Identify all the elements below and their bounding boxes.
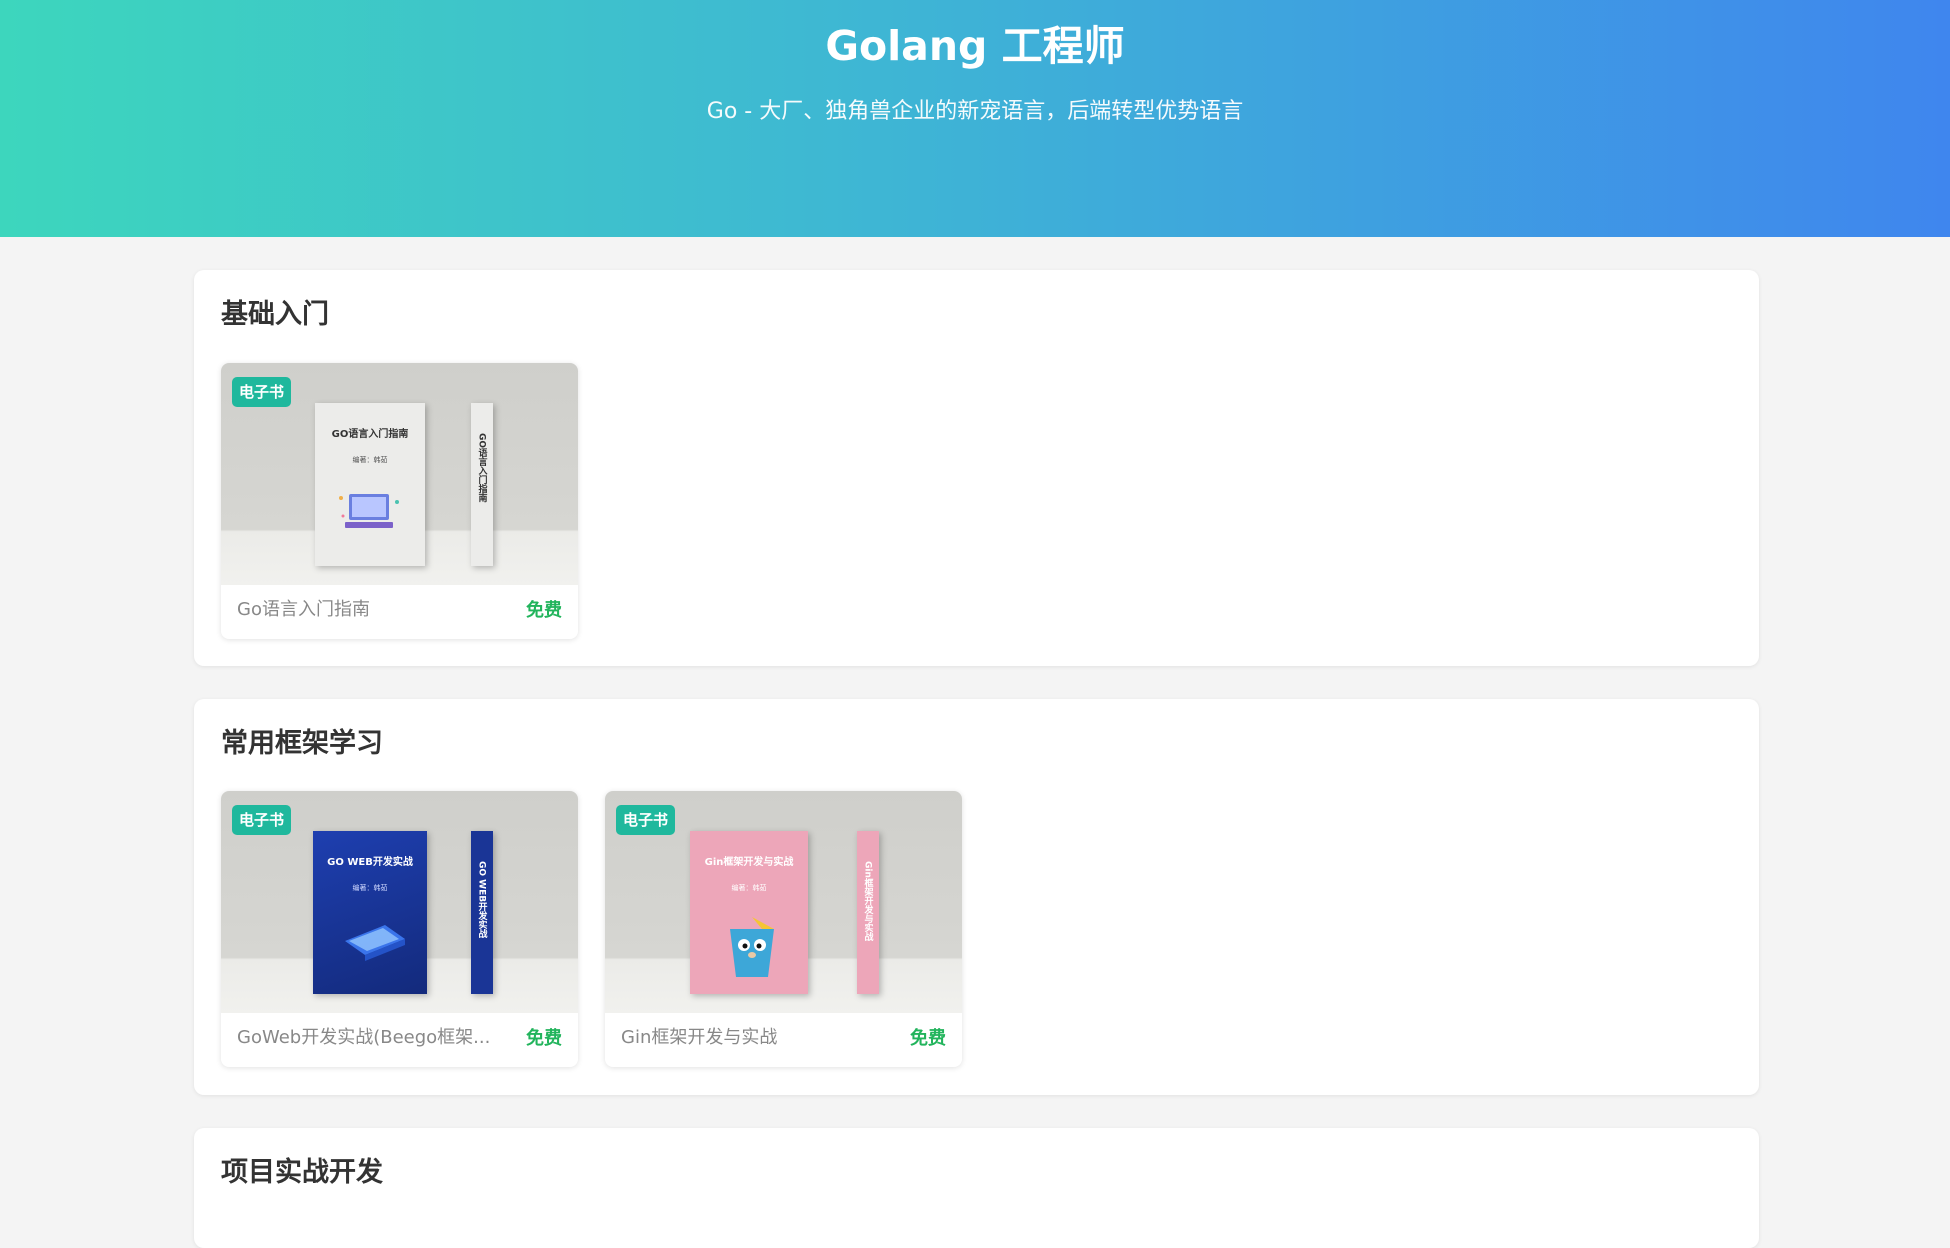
page-header: Golang 工程师 Go - 大厂、独角兽企业的新宠语言，后端转型优势语言 (0, 0, 1950, 237)
section-projects: 项目实战开发 (194, 1128, 1759, 1248)
ebook-badge: 电子书 (616, 805, 675, 835)
book-cover-image: GO WEB开发实战 编著：韩茹 GO WEB开发实战 电子书 (221, 791, 578, 1013)
ebook-badge: 电子书 (232, 805, 291, 835)
course-name: Go语言入门指南 (237, 599, 370, 620)
ebook-badge: 电子书 (232, 377, 291, 407)
section-basics: 基础入门 GO语言入门指南 编著：韩茹 GO语言入门指南 电子书 Go语言入门指 (194, 270, 1759, 666)
book-front: GO语言入门指南 编著：韩茹 (315, 403, 425, 566)
course-name: GoWeb开发实战(Beego框架... (237, 1027, 491, 1048)
course-price: 免费 (526, 600, 562, 621)
section-title: 常用框架学习 (221, 728, 383, 759)
laptop-illustration-icon (345, 925, 405, 961)
section-title: 基础入门 (221, 299, 329, 330)
page-subtitle: Go - 大厂、独角兽企业的新宠语言，后端转型优势语言 (706, 99, 1244, 124)
book-spine: Gin框架开发与实战 (857, 831, 879, 994)
section-title: 项目实战开发 (221, 1157, 383, 1188)
course-price: 免费 (526, 1028, 562, 1049)
course-price: 免费 (910, 1028, 946, 1049)
book-front: GO WEB开发实战 编著：韩茹 (313, 831, 427, 994)
gopher-cup-icon (730, 917, 774, 977)
section-frameworks: 常用框架学习 GO WEB开发实战 编著：韩茹 GO WEB开发实战 电子书 G… (194, 699, 1759, 1095)
book-cover-image: GO语言入门指南 编著：韩茹 GO语言入门指南 电子书 (221, 363, 578, 585)
course-name: Gin框架开发与实战 (621, 1027, 778, 1048)
course-card[interactable]: Gin框架开发与实战 编著：韩茹 Gin框架开发与实战 电子书 Gin框架开发与… (605, 791, 962, 1067)
book-front: Gin框架开发与实战 编著：韩茹 (690, 831, 808, 994)
book-cover-image: Gin框架开发与实战 编著：韩茹 Gin框架开发与实战 电子书 (605, 791, 962, 1013)
course-card[interactable]: GO语言入门指南 编著：韩茹 GO语言入门指南 电子书 Go语言入门指南 免费 (221, 363, 578, 639)
book-spine: GO WEB开发实战 (471, 831, 493, 994)
course-card[interactable]: GO WEB开发实战 编著：韩茹 GO WEB开发实战 电子书 GoWeb开发实… (221, 791, 578, 1067)
computer-illustration-icon (339, 494, 399, 528)
book-spine: GO语言入门指南 (471, 403, 493, 566)
page-title: Golang 工程师 (825, 22, 1125, 70)
